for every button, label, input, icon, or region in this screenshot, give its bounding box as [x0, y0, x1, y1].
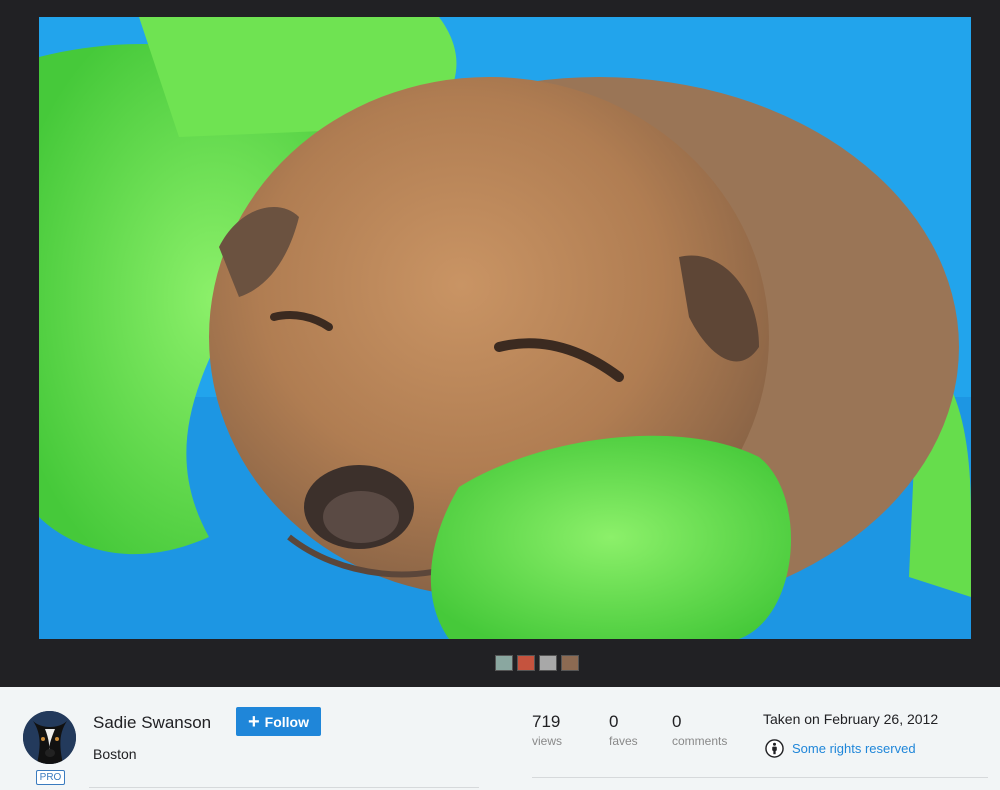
follow-button[interactable]: + Follow — [236, 707, 321, 736]
license-info: Some rights reserved — [765, 739, 916, 758]
stat-views: 719 views — [532, 712, 562, 748]
photo-viewer — [0, 0, 1000, 687]
stat-value: 0 — [672, 712, 682, 731]
taken-date[interactable]: Taken on February 26, 2012 — [763, 711, 938, 727]
thumbnail[interactable] — [539, 655, 557, 671]
plus-icon: + — [247, 710, 260, 733]
follow-label: Follow — [264, 713, 309, 730]
thumbnail-strip — [495, 655, 579, 671]
dog-avatar-icon — [23, 711, 76, 764]
thumbnail[interactable] — [517, 655, 535, 671]
avatar[interactable] — [23, 711, 76, 764]
stat-label: comments — [672, 734, 728, 748]
thumbnail[interactable] — [561, 655, 579, 671]
main-photo[interactable] — [39, 17, 971, 639]
divider — [89, 787, 479, 788]
stat-comments: 0 comments — [672, 712, 727, 748]
photo-info-panel: PRO Sadie Swanson + Follow Boston 719 vi… — [0, 687, 1000, 790]
license-link[interactable]: Some rights reserved — [792, 741, 916, 756]
divider — [532, 777, 988, 778]
puppy-image — [39, 17, 971, 639]
owner-location: Boston — [93, 746, 137, 762]
pro-badge: PRO — [36, 770, 65, 785]
stat-value: 0 — [609, 712, 619, 731]
stat-label: faves — [609, 734, 638, 748]
creative-commons-attribution-icon — [765, 739, 784, 758]
stat-label: views — [532, 734, 563, 748]
stat-faves: 0 faves — [609, 712, 638, 748]
thumbnail[interactable] — [495, 655, 513, 671]
stat-value: 719 — [532, 712, 561, 731]
owner-name[interactable]: Sadie Swanson — [93, 713, 211, 733]
